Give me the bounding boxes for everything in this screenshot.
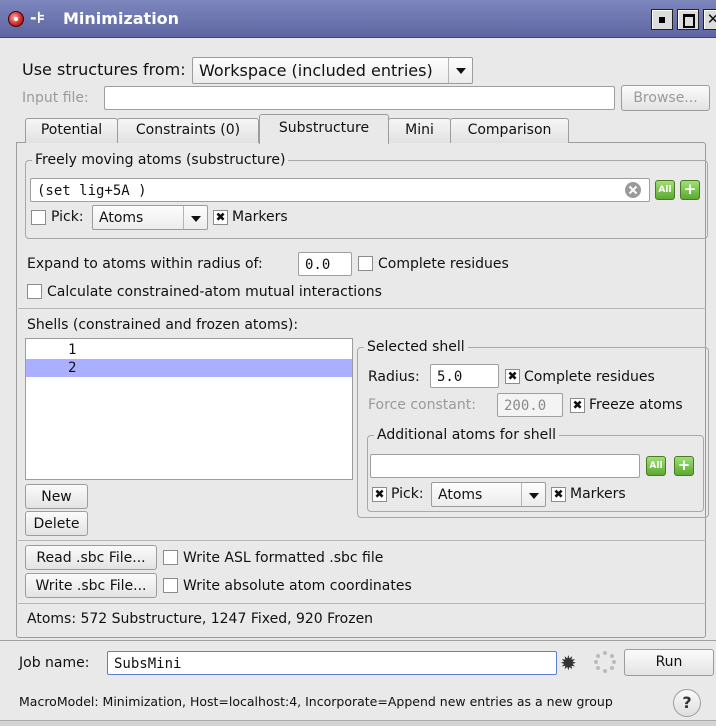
radius-label: Radius: [368, 369, 420, 385]
shell-add-atoms-button[interactable]: + [674, 456, 694, 476]
delete-shell-button[interactable]: Delete [25, 511, 88, 536]
shells-label: Shells (constrained and frozen atoms): [27, 317, 299, 333]
substructure-asl-input[interactable]: (set lig+5A ) [30, 178, 650, 202]
chevron-down-icon [448, 58, 472, 83]
write-absolute-label: Write absolute atom coordinates [183, 578, 412, 594]
additional-atoms-input[interactable] [370, 454, 640, 478]
markers-checkbox[interactable]: ✖ [213, 210, 228, 225]
run-button[interactable]: Run [624, 649, 714, 676]
atoms-summary: Atoms: 572 Substructure, 1247 Fixed, 920… [27, 611, 374, 627]
help-icon[interactable]: ? [673, 689, 701, 717]
window-bottom-edge [0, 720, 716, 726]
title-bar[interactable]: -⊧ Minimization ✕ [0, 0, 716, 38]
shell-all-atoms-button[interactable]: All [646, 456, 666, 476]
close-button[interactable]: ✕ [703, 9, 716, 30]
pick-type-select[interactable]: Atoms [92, 205, 208, 230]
input-file-field[interactable] [104, 86, 615, 110]
tab-comparison[interactable]: Comparison [450, 118, 569, 143]
markers-label: Markers [232, 209, 288, 225]
maximize-button[interactable] [677, 9, 699, 30]
shell-markers-checkbox[interactable]: ✖ [551, 487, 566, 502]
complete-residues-label: Complete residues [378, 256, 509, 272]
pick-label: Pick: [51, 209, 84, 225]
app-icon[interactable] [8, 11, 24, 27]
shell-markers-label: Markers [570, 486, 626, 502]
list-item[interactable]: 1 [26, 341, 352, 359]
divider [18, 308, 706, 309]
browse-button[interactable]: Browse... [621, 85, 710, 111]
radius-input[interactable]: 5.0 [430, 364, 499, 388]
selected-shell-title: Selected shell [364, 338, 468, 356]
add-atoms-button[interactable]: + [680, 180, 700, 200]
freeze-atoms-checkbox[interactable]: ✖ [570, 398, 585, 413]
use-structures-label: Use structures from: [22, 60, 186, 79]
write-sbc-button[interactable]: Write .sbc File... [25, 573, 157, 598]
clear-icon[interactable] [624, 181, 642, 199]
structure-source-select[interactable]: Workspace (included entries) [192, 57, 473, 84]
shells-list[interactable]: 1 2 [25, 338, 353, 480]
chevron-down-icon [521, 483, 545, 506]
calc-interactions-checkbox[interactable] [27, 284, 42, 299]
tab-substructure[interactable]: Substructure [259, 114, 389, 144]
expand-radius-input[interactable]: 0.0 [298, 252, 352, 276]
window-title: Minimization [63, 9, 180, 28]
freely-moving-title: Freely moving atoms (substructure) [32, 151, 289, 169]
force-constant-label: Force constant: [368, 397, 476, 413]
pin-icon[interactable]: -⊧ [30, 8, 45, 28]
all-atoms-button[interactable]: All [655, 180, 675, 200]
write-asl-checkbox[interactable] [163, 550, 178, 565]
structure-source-value: Workspace (included entries) [199, 61, 433, 80]
read-sbc-button[interactable]: Read .sbc File... [25, 545, 157, 570]
shell-complete-residues-label: Complete residues [524, 369, 655, 385]
job-name-input[interactable]: SubsMini [107, 651, 557, 675]
shell-pick-type-select[interactable]: Atoms [431, 482, 546, 507]
input-file-label: Input file: [22, 90, 89, 106]
write-absolute-checkbox[interactable] [163, 578, 178, 593]
pick-type-value: Atoms [99, 210, 144, 226]
pick-checkbox[interactable] [31, 210, 46, 225]
chevron-down-icon [183, 206, 207, 229]
status-bar-text: MacroModel: Minimization, Host=localhost… [19, 694, 613, 709]
shell-complete-residues-checkbox[interactable]: ✖ [505, 369, 520, 384]
shell-pick-checkbox[interactable]: ✖ [372, 487, 387, 502]
complete-residues-checkbox[interactable] [358, 256, 373, 271]
tab-potential[interactable]: Potential [25, 118, 118, 143]
divider [18, 540, 706, 541]
calc-interactions-label: Calculate constrained-atom mutual intera… [47, 284, 382, 300]
new-shell-button[interactable]: New [25, 484, 88, 509]
divider [18, 603, 706, 604]
expand-radius-label: Expand to atoms within radius of: [27, 256, 263, 272]
minimize-button[interactable] [651, 9, 673, 30]
list-item[interactable]: 2 [26, 359, 352, 377]
shell-pick-type-value: Atoms [438, 487, 483, 503]
footer-divider [0, 640, 716, 641]
shell-pick-label: Pick: [391, 486, 424, 502]
gear-icon[interactable]: ✹ [560, 652, 577, 674]
additional-atoms-title: Additional atoms for shell [374, 426, 560, 444]
tab-mini[interactable]: Mini [388, 118, 451, 143]
freeze-atoms-label: Freeze atoms [589, 397, 683, 413]
spinner-icon [594, 651, 616, 673]
force-constant-input[interactable]: 200.0 [497, 393, 563, 417]
write-asl-label: Write ASL formatted .sbc file [183, 550, 384, 566]
job-name-label: Job name: [19, 655, 90, 671]
tab-constraints[interactable]: Constraints (0) [117, 118, 259, 143]
